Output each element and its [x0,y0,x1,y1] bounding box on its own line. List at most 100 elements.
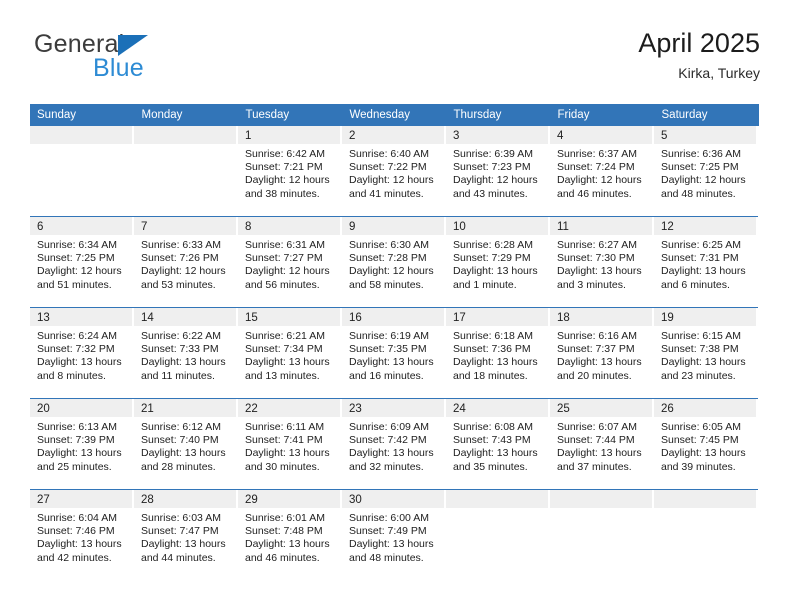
daylight-text-line1: Daylight: 13 hours [141,538,226,551]
daylight-text-line1: Daylight: 13 hours [349,447,434,460]
day-details: Sunrise: 6:39 AM Sunset: 7:23 PM Daylight:… [446,144,550,201]
day-number: 27 [30,490,132,508]
daylight-text-line1: Daylight: 13 hours [349,538,434,551]
calendar-day-cell-empty [654,489,758,580]
calendar-day-cell[interactable]: 22 Sunrise: 6:11 AM Sunset: 7:41 PM Dayligh… [238,398,342,490]
day-details: Sunrise: 6:13 AM Sunset: 7:39 PM Daylight:… [30,417,134,474]
day-cell-inner: 16 Sunrise: 6:19 AM Sunset: 7:35 PM Dayligh… [342,308,446,398]
calendar-day-cell[interactable]: 2 Sunrise: 6:40 AM Sunset: 7:22 PM Daylight… [342,126,446,217]
day-cell-inner: 9 Sunrise: 6:30 AM Sunset: 7:28 PM Daylight… [342,217,446,307]
daylight-text-line2: and 48 minutes. [661,187,736,200]
daylight-text-line1: Daylight: 12 hours [661,174,746,187]
sunset-text: Sunset: 7:48 PM [245,525,323,538]
calendar-day-cell[interactable]: 8 Sunrise: 6:31 AM Sunset: 7:27 PM Daylight… [238,216,342,308]
calendar-day-cell[interactable]: 1 Sunrise: 6:42 AM Sunset: 7:21 PM Daylight… [238,126,342,217]
daylight-text-line2: and 11 minutes. [141,369,215,382]
calendar-day-cell[interactable]: 24 Sunrise: 6:08 AM Sunset: 7:43 PM Dayligh… [446,398,550,490]
day-number: 11 [550,217,652,235]
daylight-text-line1: Daylight: 13 hours [141,356,226,369]
daylight-text-line2: and 16 minutes. [349,369,424,382]
calendar-day-cell[interactable]: 25 Sunrise: 6:07 AM Sunset: 7:44 PM Dayligh… [550,398,654,490]
sunset-text: Sunset: 7:25 PM [37,252,115,265]
sunset-text: Sunset: 7:25 PM [661,161,739,174]
calendar-day-cell[interactable]: 7 Sunrise: 6:33 AM Sunset: 7:26 PM Daylight… [134,216,238,308]
sunrise-text: Sunrise: 6:28 AM [453,239,533,251]
day-details: Sunrise: 6:31 AM Sunset: 7:27 PM Daylight:… [238,235,342,292]
weekday-header-thursday: Thursday [446,104,551,126]
calendar-day-cell[interactable]: 28 Sunrise: 6:03 AM Sunset: 7:47 PM Dayligh… [134,489,238,580]
day-cell-inner: 23 Sunrise: 6:09 AM Sunset: 7:42 PM Dayligh… [342,399,446,489]
calendar-day-cell[interactable]: 20 Sunrise: 6:13 AM Sunset: 7:39 PM Dayligh… [30,398,134,490]
general-blue-logo[interactable]: General Blue [34,30,264,86]
sunset-text: Sunset: 7:39 PM [37,434,115,447]
calendar-day-cell[interactable]: 30 Sunrise: 6:00 AM Sunset: 7:49 PM Dayligh… [342,489,446,580]
daylight-text-line1: Daylight: 13 hours [349,356,434,369]
day-cell-inner: 30 Sunrise: 6:00 AM Sunset: 7:49 PM Dayligh… [342,490,446,580]
calendar-day-cell[interactable]: 26 Sunrise: 6:05 AM Sunset: 7:45 PM Dayligh… [654,398,758,490]
calendar-day-cell[interactable]: 12 Sunrise: 6:25 AM Sunset: 7:31 PM Dayligh… [654,216,758,308]
calendar-day-cell[interactable]: 23 Sunrise: 6:09 AM Sunset: 7:42 PM Dayligh… [342,398,446,490]
sunrise-text: Sunrise: 6:04 AM [37,512,117,524]
day-cell-inner: 13 Sunrise: 6:24 AM Sunset: 7:32 PM Dayligh… [30,308,134,398]
sunrise-text: Sunrise: 6:24 AM [37,330,117,342]
calendar-day-cell[interactable]: 16 Sunrise: 6:19 AM Sunset: 7:35 PM Dayligh… [342,307,446,399]
daylight-text-line2: and 42 minutes. [37,551,112,564]
calendar-day-cell[interactable]: 14 Sunrise: 6:22 AM Sunset: 7:33 PM Dayligh… [134,307,238,399]
daylight-text-line1: Daylight: 13 hours [141,447,226,460]
sunrise-text: Sunrise: 6:12 AM [141,421,221,433]
daylight-text-line2: and 37 minutes. [557,460,632,473]
sunset-text: Sunset: 7:28 PM [349,252,427,265]
day-cell-inner: 29 Sunrise: 6:01 AM Sunset: 7:48 PM Dayligh… [238,490,342,580]
day-number: 13 [30,308,132,326]
calendar-day-cell[interactable]: 9 Sunrise: 6:30 AM Sunset: 7:28 PM Daylight… [342,216,446,308]
calendar-day-cell[interactable]: 19 Sunrise: 6:15 AM Sunset: 7:38 PM Dayligh… [654,307,758,399]
calendar-day-cell[interactable]: 4 Sunrise: 6:37 AM Sunset: 7:24 PM Daylight… [550,126,654,217]
daylight-text-line1: Daylight: 12 hours [557,174,642,187]
calendar-day-cell[interactable]: 17 Sunrise: 6:18 AM Sunset: 7:36 PM Dayligh… [446,307,550,399]
day-number [550,490,652,508]
day-cell-inner: 24 Sunrise: 6:08 AM Sunset: 7:43 PM Dayligh… [446,399,550,489]
daylight-text-line1: Daylight: 13 hours [37,447,122,460]
daylight-text-line1: Daylight: 13 hours [245,356,330,369]
day-cell-inner: 28 Sunrise: 6:03 AM Sunset: 7:47 PM Dayligh… [134,490,238,580]
sunset-text: Sunset: 7:35 PM [349,343,427,356]
calendar-day-cell[interactable]: 21 Sunrise: 6:12 AM Sunset: 7:40 PM Dayligh… [134,398,238,490]
day-number [446,490,548,508]
sunrise-text: Sunrise: 6:15 AM [661,330,741,342]
day-cell-inner: 7 Sunrise: 6:33 AM Sunset: 7:26 PM Daylight… [134,217,238,307]
daylight-text-line2: and 6 minutes. [661,278,730,291]
weekday-header-tuesday: Tuesday [238,104,343,126]
daylight-text-line1: Daylight: 13 hours [557,265,642,278]
day-details: Sunrise: 6:30 AM Sunset: 7:28 PM Daylight:… [342,235,446,292]
daylight-text-line2: and 30 minutes. [245,460,320,473]
sunrise-text: Sunrise: 6:37 AM [557,148,637,160]
calendar-day-cell[interactable]: 6 Sunrise: 6:34 AM Sunset: 7:25 PM Daylight… [30,216,134,308]
sunrise-text: Sunrise: 6:16 AM [557,330,637,342]
sunset-text: Sunset: 7:34 PM [245,343,323,356]
calendar-day-cell[interactable]: 3 Sunrise: 6:39 AM Sunset: 7:23 PM Daylight… [446,126,550,217]
day-cell-inner [446,490,550,580]
sunset-text: Sunset: 7:22 PM [349,161,427,174]
calendar-day-cell[interactable]: 18 Sunrise: 6:16 AM Sunset: 7:37 PM Dayligh… [550,307,654,399]
calendar-day-cell[interactable]: 5 Sunrise: 6:36 AM Sunset: 7:25 PM Daylight… [654,126,758,217]
daylight-text-line2: and 43 minutes. [453,187,528,200]
calendar-day-cell[interactable]: 10 Sunrise: 6:28 AM Sunset: 7:29 PM Dayligh… [446,216,550,308]
calendar-day-cell-empty [550,489,654,580]
calendar-day-cell[interactable]: 29 Sunrise: 6:01 AM Sunset: 7:48 PM Dayligh… [238,489,342,580]
day-details: Sunrise: 6:21 AM Sunset: 7:34 PM Daylight:… [238,326,342,383]
day-number: 9 [342,217,444,235]
day-number: 18 [550,308,652,326]
day-cell-inner: 22 Sunrise: 6:11 AM Sunset: 7:41 PM Dayligh… [238,399,342,489]
sunset-text: Sunset: 7:38 PM [661,343,739,356]
calendar-day-cell[interactable]: 15 Sunrise: 6:21 AM Sunset: 7:34 PM Dayligh… [238,307,342,399]
daylight-text-line1: Daylight: 12 hours [245,174,330,187]
day-number: 17 [446,308,548,326]
calendar-day-cell-empty [30,126,134,217]
sunset-text: Sunset: 7:29 PM [453,252,531,265]
calendar-day-cell[interactable]: 11 Sunrise: 6:27 AM Sunset: 7:30 PM Dayligh… [550,216,654,308]
day-number: 19 [654,308,756,326]
calendar-day-cell[interactable]: 27 Sunrise: 6:04 AM Sunset: 7:46 PM Dayligh… [30,489,134,580]
weekday-header-saturday: Saturday [654,104,759,126]
daylight-text-line2: and 3 minutes. [557,278,626,291]
calendar-day-cell[interactable]: 13 Sunrise: 6:24 AM Sunset: 7:32 PM Dayligh… [30,307,134,399]
